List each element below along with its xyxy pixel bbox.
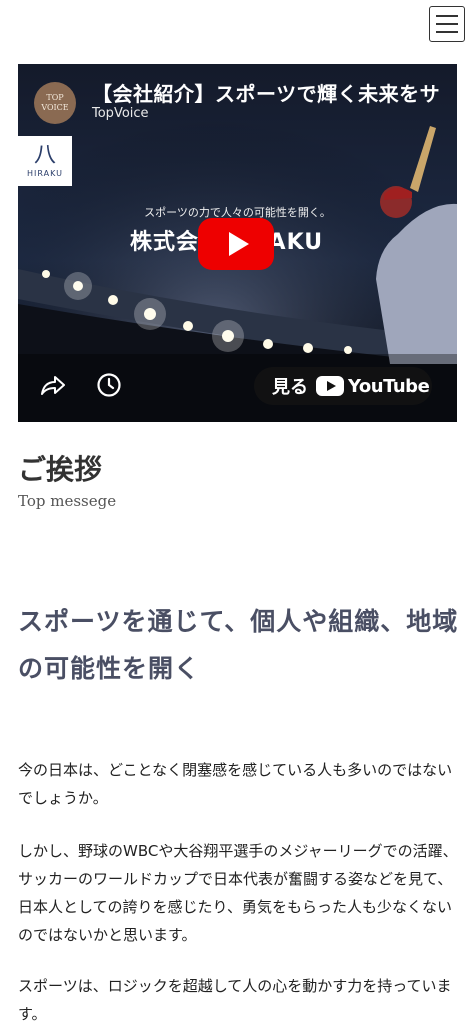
hamburger-menu-button[interactable] [429, 6, 465, 42]
hiraku-logo: 八 HIRAKU [18, 136, 72, 186]
youtube-icon [316, 376, 344, 396]
share-icon[interactable] [40, 374, 66, 396]
video-title[interactable]: 【会社紹介】スポーツで輝く未来をサ [92, 78, 440, 107]
video-embed[interactable]: TOP VOICE 【会社紹介】スポーツで輝く未来をサ TopVoice 八 H… [18, 64, 457, 422]
paragraph: スポーツは、ロジックを超越して人の心を動かす力を持っています。 [18, 977, 452, 1023]
channel-avatar[interactable]: TOP VOICE [34, 82, 76, 124]
menu-icon [436, 15, 458, 17]
section-title: ご挨拶 [18, 453, 103, 486]
section-subtitle: Top messege [18, 492, 117, 510]
headline: スポーツを通じて、個人や組織、地域の可能性を開く [18, 607, 459, 683]
paragraph: 今の日本は、どことなく閉塞感を感じている人も多いのではないでしょうか。 [18, 761, 453, 807]
paragraph: しかし、野球のWBCや大谷翔平選手のメジャーリーグでの活躍、サッカーのワールドカ… [18, 842, 458, 944]
play-button[interactable] [198, 218, 274, 270]
watch-on-youtube-button[interactable]: 見る YouTube [254, 367, 432, 405]
video-channel-name[interactable]: TopVoice [92, 106, 149, 121]
clock-icon[interactable] [96, 372, 122, 398]
play-icon [228, 232, 249, 256]
